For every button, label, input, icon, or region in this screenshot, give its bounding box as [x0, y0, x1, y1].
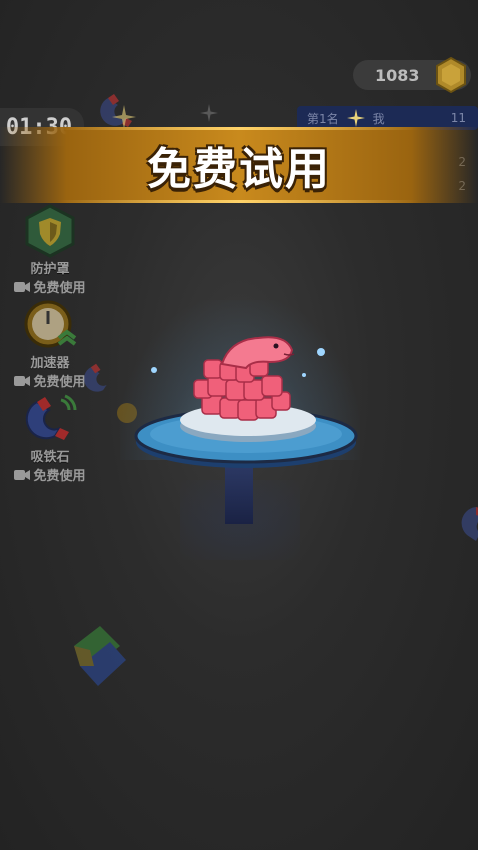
- powerup-magnet[interactable]: 吸铁石 免费使用: [0, 392, 100, 484]
- free-use-label: 免费使用: [33, 375, 86, 390]
- free-use-label: 免费使用: [33, 469, 86, 484]
- sparkle-icon: [346, 109, 365, 127]
- free-trial-banner: 免费试用: [0, 127, 478, 203]
- player-score: 11: [450, 111, 466, 125]
- snake-skin-display: [134, 336, 358, 468]
- magnet-pickup-icon: [461, 507, 478, 541]
- magnet-icon: [25, 394, 77, 440]
- video-icon: [14, 375, 31, 386]
- banner-title: 免费试用: [147, 144, 331, 195]
- sparkle-icon: [200, 104, 218, 122]
- coin-counter: 1083: [353, 57, 471, 93]
- powerup-name: 吸铁石: [30, 450, 70, 465]
- video-icon: [14, 469, 31, 480]
- free-use-button[interactable]: 免费使用: [0, 371, 100, 390]
- speed-pickup-icon: [74, 626, 126, 686]
- shield-icon: [25, 204, 75, 258]
- powerup-speed[interactable]: 加速器 免费使用: [0, 298, 100, 390]
- free-use-button[interactable]: 免费使用: [0, 465, 100, 484]
- powerup-name: 防护罩: [30, 262, 70, 277]
- speedometer-icon: [24, 300, 77, 348]
- snake-icon: [193, 336, 295, 421]
- free-use-label: 免费使用: [33, 281, 86, 296]
- coin-icon: [436, 57, 466, 93]
- rank-label: 第1名: [307, 111, 339, 126]
- powerup-name: 加速器: [30, 356, 70, 371]
- coin-count: 1083: [375, 65, 420, 85]
- powerup-shield[interactable]: 防护罩 免费使用: [0, 204, 100, 296]
- free-use-button[interactable]: 免费使用: [0, 277, 100, 296]
- player-name: 我: [372, 111, 385, 126]
- sparkle-icon: [112, 105, 136, 129]
- video-icon: [14, 281, 31, 292]
